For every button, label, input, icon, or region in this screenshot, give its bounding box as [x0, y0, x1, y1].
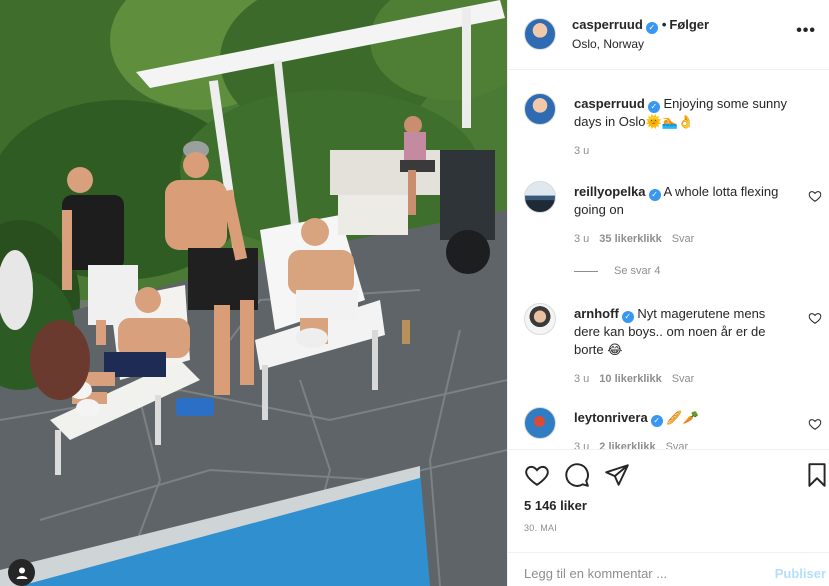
comment-avatar[interactable] — [524, 181, 556, 213]
verified-badge-icon: ✓ — [648, 189, 661, 201]
reply-button[interactable]: Svar — [672, 233, 695, 245]
author-line: casperruud ✓ • Følger — [572, 17, 709, 34]
heart-icon[interactable] — [524, 462, 550, 488]
comment-likes[interactable]: 2 likerklikk — [599, 441, 655, 449]
view-replies-button[interactable]: Se svar 4 — [574, 265, 660, 277]
comments-list[interactable]: casperruud ✓ Enjoying some sunny days in … — [508, 71, 829, 449]
comment-time[interactable]: 3 u — [574, 233, 589, 245]
comment-meta: 3 u 35 likerklikk Svar — [574, 233, 694, 245]
publish-button[interactable]: Publiser — [775, 566, 826, 581]
comment-username[interactable]: reillyopelka — [574, 184, 646, 199]
comment-item: arnhoff ✓ Nyt magerutene mens dere kan bo… — [524, 303, 822, 393]
caption: casperruud ✓ Enjoying some sunny days in … — [524, 93, 814, 163]
author-avatar[interactable] — [524, 18, 556, 50]
comment-meta: 3 u 2 likerklikk Svar — [574, 441, 688, 449]
caption-meta: 3 u — [574, 145, 589, 157]
verified-badge-icon: ✓ — [621, 311, 634, 323]
comment-likes[interactable]: 10 likerklikk — [599, 373, 661, 385]
post-location[interactable]: Oslo, Norway — [572, 37, 644, 51]
author-username[interactable]: casperruud — [572, 17, 643, 32]
replies-line — [574, 270, 598, 272]
verified-badge-icon: ✓ — [650, 415, 663, 427]
separator-dot: • — [661, 17, 667, 32]
comment-text-block: reillyopelka ✓ A whole lotta flexing goin… — [574, 183, 794, 219]
verified-badge-icon: ✓ — [647, 101, 660, 113]
comment-text-block: arnhoff ✓ Nyt magerutene mens dere kan bo… — [574, 305, 794, 359]
comment-time[interactable]: 3 u — [574, 373, 589, 385]
caption-avatar[interactable] — [524, 93, 556, 125]
post-actions: 5 146 liker 30. MAI — [508, 449, 829, 552]
like-comment-heart-icon[interactable] — [808, 189, 822, 203]
post-header: casperruud ✓ • Følger Oslo, Norway ••• — [508, 0, 829, 70]
like-comment-heart-icon[interactable] — [808, 311, 822, 325]
verified-badge-icon: ✓ — [645, 22, 658, 34]
comment-item: leytonrivera ✓ 🥖🥕 3 u 2 likerklikk Svar — [524, 407, 822, 449]
post-side-panel: casperruud ✓ • Følger Oslo, Norway ••• casp… — [507, 0, 829, 586]
view-replies-label: Se svar 4 — [614, 265, 661, 277]
comment-avatar[interactable] — [524, 407, 556, 439]
likes-count[interactable]: 5 146 liker — [524, 498, 587, 513]
comment-input[interactable]: Legg til en kommentar ... — [524, 566, 667, 581]
add-comment-bar: Legg til en kommentar ... Publiser — [508, 552, 829, 586]
comment-icon[interactable] — [564, 462, 590, 488]
person-icon — [16, 567, 27, 579]
reply-button[interactable]: Svar — [666, 441, 689, 449]
comment-text: 🥖🥕 — [666, 410, 699, 425]
follow-button[interactable]: Følger — [669, 17, 709, 32]
like-comment-heart-icon[interactable] — [808, 417, 822, 431]
bookmark-icon[interactable] — [804, 462, 829, 488]
comment-item: reillyopelka ✓ A whole lotta flexing goin… — [524, 181, 822, 281]
reply-button[interactable]: Svar — [672, 373, 695, 385]
comment-username[interactable]: leytonrivera — [574, 410, 648, 425]
comment-meta: 3 u 10 likerklikk Svar — [574, 373, 694, 385]
caption-time[interactable]: 3 u — [574, 145, 589, 157]
comment-username[interactable]: arnhoff — [574, 306, 619, 321]
post-photo[interactable] — [0, 0, 507, 586]
comment-likes[interactable]: 35 likerklikk — [599, 233, 661, 245]
comment-avatar[interactable] — [524, 303, 556, 335]
share-icon[interactable] — [604, 462, 630, 488]
comment-text-block: leytonrivera ✓ 🥖🥕 — [574, 409, 794, 427]
photo-scene — [0, 0, 507, 586]
tagged-users-icon[interactable] — [8, 559, 35, 586]
comment-time[interactable]: 3 u — [574, 441, 589, 449]
caption-text-block: casperruud ✓ Enjoying some sunny days in … — [574, 95, 794, 131]
post-date[interactable]: 30. MAI — [524, 523, 557, 533]
caption-username[interactable]: casperruud — [574, 96, 645, 111]
more-options-icon[interactable]: ••• — [796, 22, 816, 40]
